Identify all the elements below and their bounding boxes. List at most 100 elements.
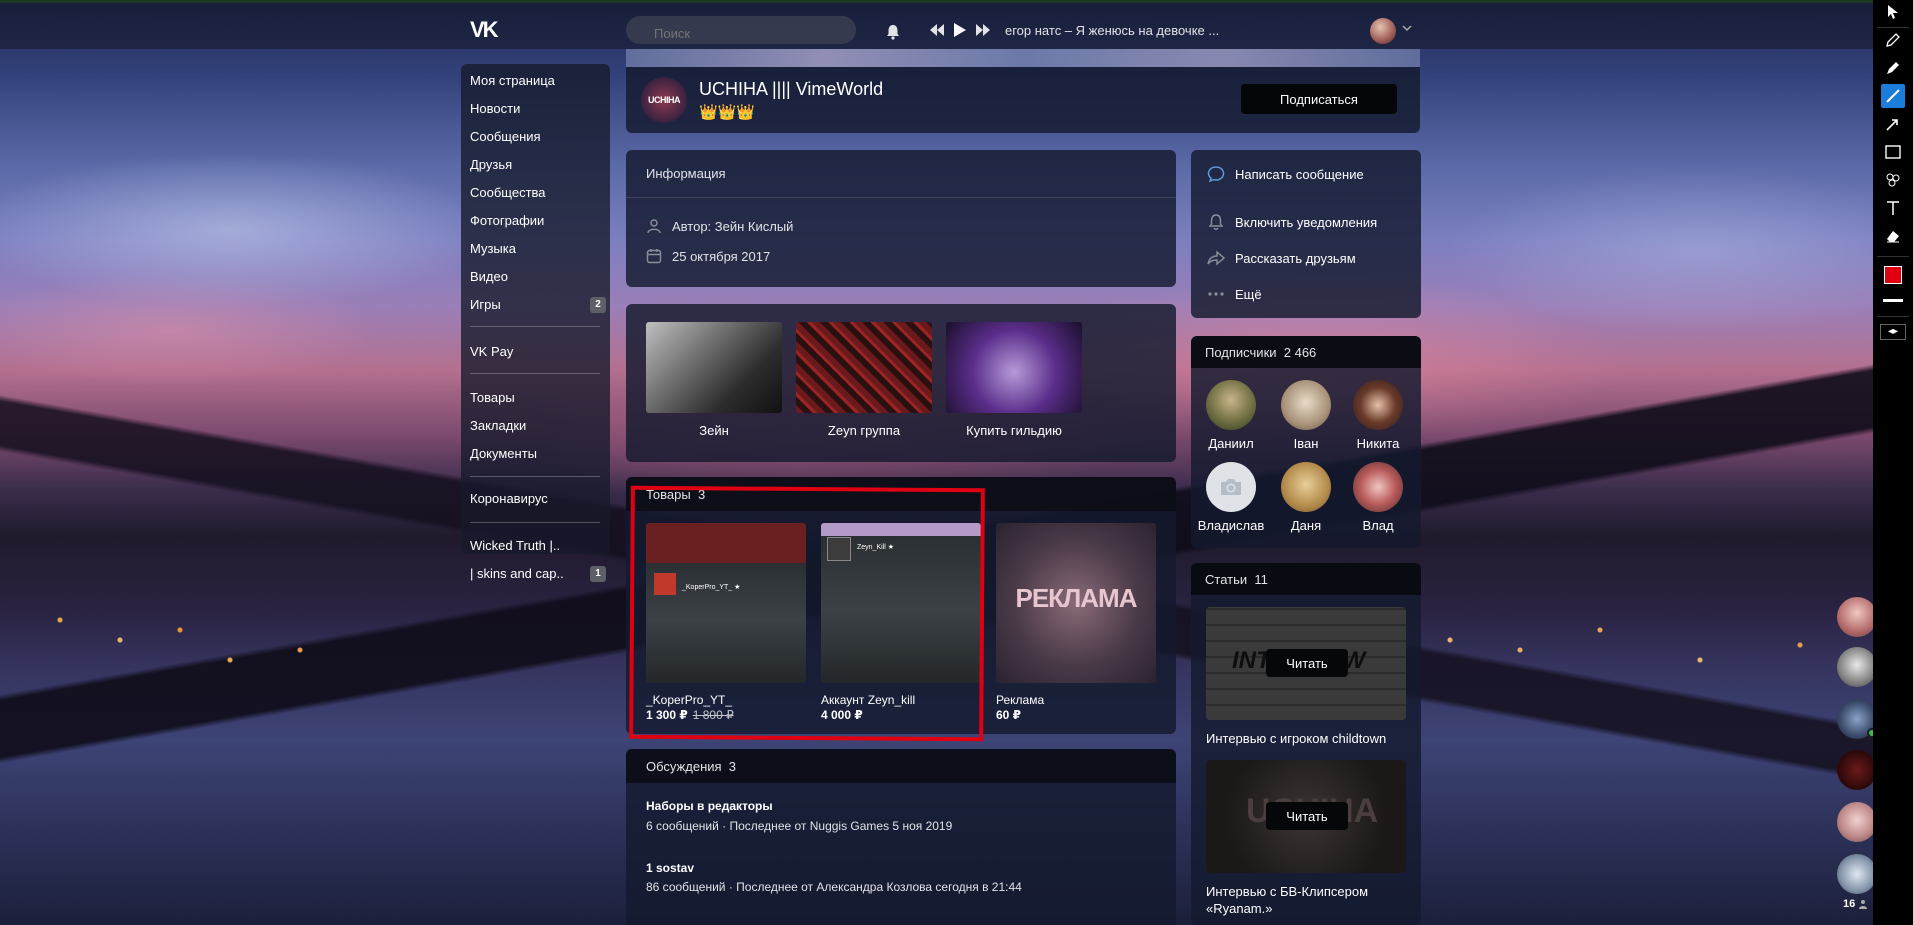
expand-toolbar-icon[interactable]: ◂▸ [1880, 324, 1906, 340]
product-card[interactable]: Zeyn_Kill ★ Аккаунт Zeyn_kill 4 000 ₽ [821, 523, 981, 722]
subscriber-item[interactable]: Влад [1342, 462, 1414, 533]
online-count[interactable]: 16 [1843, 898, 1868, 910]
toolbar-divider [1877, 256, 1909, 257]
info-date-row: 25 октября 2017 [646, 248, 770, 264]
enable-notifications-action[interactable]: Включить уведомления [1207, 211, 1377, 233]
product-price: 60 ₽ [996, 708, 1022, 722]
link-thumbnail [646, 322, 782, 413]
subscriber-item[interactable]: Даня [1270, 462, 1342, 533]
chat-avatar[interactable] [1837, 647, 1877, 687]
article-card[interactable]: UCHIHA Читать Интервью с БВ-Клипсером «R… [1206, 760, 1406, 917]
subscriber-item[interactable]: Никита [1342, 380, 1414, 451]
sidebar-item-bookmarks[interactable]: Закладки [470, 414, 606, 438]
subscriber-item[interactable]: Іван [1270, 380, 1342, 451]
sidebar-divider [470, 476, 600, 477]
sidebar-item-coronavirus[interactable]: Коронавирус [470, 487, 606, 511]
articles-title: Статьи 11 [1205, 572, 1268, 587]
product-card[interactable]: _KoperPro_YT_ ★ _KoperPro_YT_ 1 300 ₽1 8… [646, 523, 806, 722]
sidebar-item-video[interactable]: Видео [470, 265, 606, 289]
sidebar-item-skins-and-capes[interactable]: | skins and cap.. 1 [470, 562, 606, 586]
skin-avatar [654, 573, 676, 595]
user-avatar[interactable] [1370, 18, 1396, 44]
sidebar-item-vk-pay[interactable]: VK Pay [470, 340, 606, 364]
group-header: UCHIHA UCHIHA |||| VimeWorld 👑👑👑 Подписа… [626, 67, 1420, 133]
topic-meta: 86 сообщений · Последнее от Александра К… [646, 880, 1022, 894]
read-article-button[interactable]: Читать [1266, 802, 1348, 830]
notifications-bell-icon[interactable] [884, 23, 902, 41]
sidebar-item-photos[interactable]: Фотографии [470, 209, 606, 233]
arrow-tool-icon[interactable] [1881, 112, 1905, 136]
product-thumb-text: _KoperPro_YT_ ★ [682, 584, 741, 591]
pencil-tool-icon[interactable] [1881, 28, 1905, 52]
more-action[interactable]: Ещё [1207, 283, 1262, 305]
marker-tool-icon[interactable] [1881, 56, 1905, 80]
chat-avatar[interactable] [1837, 854, 1877, 894]
group-avatar[interactable]: UCHIHA [641, 77, 687, 123]
sidebar-item-my-page[interactable]: Моя страница [470, 69, 606, 93]
goods-header[interactable]: Товары 3 [626, 477, 1176, 511]
link-label: Zeyn группа [827, 423, 901, 438]
article-thumbnail: UCHIHA Читать [1206, 760, 1406, 873]
line-width-selector[interactable] [1883, 299, 1903, 302]
subscriber-item[interactable]: Владислав [1195, 462, 1267, 533]
next-track-icon[interactable] [976, 24, 990, 36]
sidebar-item-friends[interactable]: Друзья [470, 153, 606, 177]
write-message-action[interactable]: Написать сообщение [1207, 163, 1364, 185]
skins-count-badge: 1 [590, 566, 606, 582]
audio-player-controls [930, 21, 990, 39]
link-card[interactable]: Зейн [646, 322, 782, 438]
subscribers-header[interactable]: Подписчики 2 466 [1191, 336, 1421, 368]
chat-avatar[interactable] [1837, 802, 1877, 842]
sidebar-item-news[interactable]: Новости [470, 97, 606, 121]
eraser-tool-icon[interactable] [1881, 224, 1905, 248]
color-picker[interactable] [1884, 266, 1902, 284]
text-tool-icon[interactable] [1881, 196, 1905, 220]
read-article-button[interactable]: Читать [1266, 649, 1348, 677]
subscriber-item[interactable]: Даниил [1195, 380, 1267, 451]
subscribe-button[interactable]: Подписаться [1241, 84, 1397, 114]
vk-logo[interactable]: VK [470, 17, 504, 42]
blur-tool-icon[interactable] [1881, 168, 1905, 192]
cursor-tool-icon[interactable] [1881, 0, 1905, 24]
share-action[interactable]: Рассказать друзьям [1207, 247, 1356, 269]
topic-title[interactable]: Наборы в редакторы [646, 799, 773, 813]
chat-avatar[interactable] [1837, 597, 1877, 637]
line-tool-icon[interactable] [1881, 84, 1905, 108]
sidebar-divider [470, 373, 600, 374]
sidebar-item-messages[interactable]: Сообщения [470, 125, 606, 149]
rectangle-tool-icon[interactable] [1881, 140, 1905, 164]
link-card[interactable]: Купить гильдию [946, 322, 1082, 438]
sidebar-item-music[interactable]: Музыка [470, 237, 606, 261]
subscriber-avatar [1281, 462, 1331, 512]
current-track-title[interactable]: егор натс – Я женюсь на девочке ... [1005, 23, 1219, 38]
articles-header[interactable]: Статьи 11 [1191, 563, 1421, 595]
discussions-count: 3 [728, 759, 737, 774]
subscriber-name: Владислав [1197, 518, 1265, 533]
sidebar-item-wicked-truth[interactable]: Wicked Truth |.. [470, 534, 606, 558]
play-icon[interactable] [954, 23, 966, 37]
games-count-badge: 2 [590, 297, 606, 313]
link-card[interactable]: Zeyn группа [796, 322, 932, 438]
info-divider [626, 197, 1176, 198]
goods-title: Товары 3 [646, 487, 706, 502]
topic-title[interactable]: 1 sostav [646, 861, 694, 875]
chat-avatar[interactable] [1837, 750, 1877, 790]
discussions-header[interactable]: Обсуждения 3 [626, 749, 1176, 783]
sidebar-item-communities[interactable]: Сообщества [470, 181, 606, 205]
info-author[interactable]: Автор: Зейн Кислый [672, 219, 793, 234]
search-input[interactable] [626, 16, 856, 44]
product-card[interactable]: РЕКЛАМА Реклама 60 ₽ [996, 523, 1156, 722]
previous-track-icon[interactable] [930, 24, 944, 36]
info-title: Информация [646, 166, 726, 181]
chevron-down-icon[interactable] [1402, 25, 1412, 33]
sidebar-item-documents[interactable]: Документы [470, 442, 606, 466]
left-sidebar: Моя страница Новости Сообщения Друзья Со… [461, 64, 610, 582]
link-thumbnail [946, 322, 1082, 413]
product-thumb-text: РЕКЛАМА [1015, 583, 1137, 613]
article-card[interactable]: INTERVIEW Читать Интервью с игроком chil… [1206, 607, 1406, 747]
product-thumbnail: _KoperPro_YT_ ★ [646, 523, 806, 683]
sidebar-item-goods[interactable]: Товары [470, 386, 606, 410]
link-label: Зейн [699, 423, 729, 438]
sidebar-item-games[interactable]: Игры 2 [470, 293, 606, 317]
topic-meta: 6 сообщений · Последнее от Nuggis Games … [646, 819, 953, 833]
